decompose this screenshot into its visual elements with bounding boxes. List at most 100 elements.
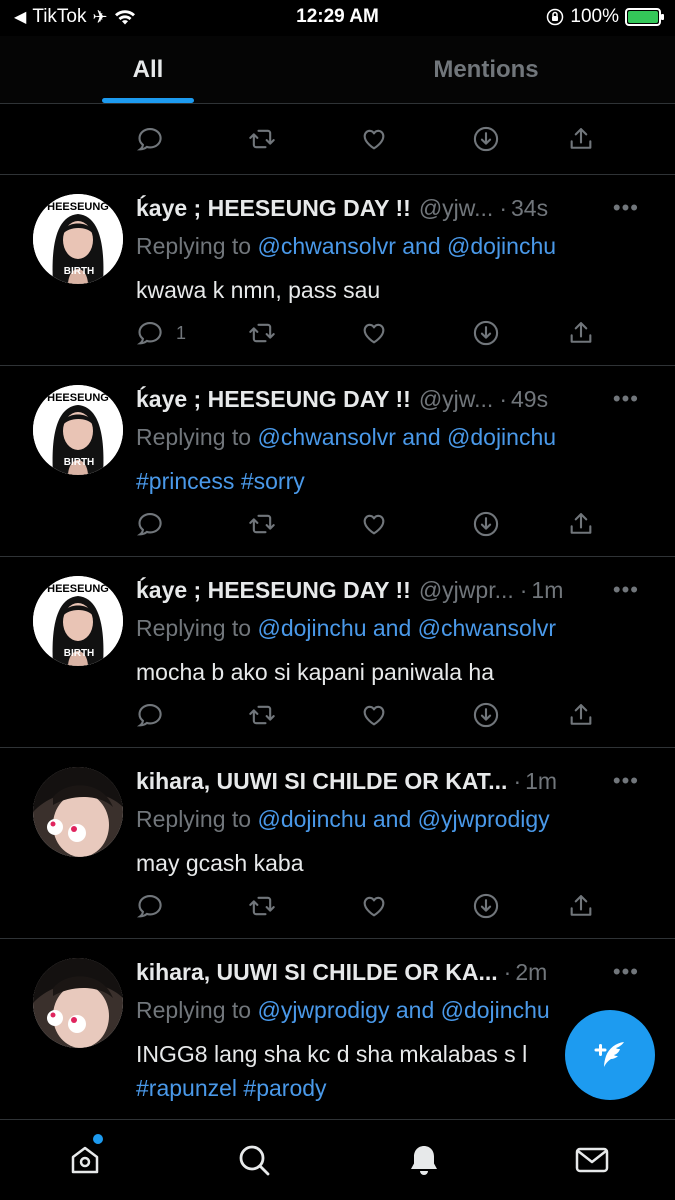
download-button[interactable] xyxy=(472,508,500,540)
handle[interactable]: @yjw... xyxy=(419,386,493,413)
reply-button[interactable] xyxy=(136,890,176,922)
replying-to: Replying to @yjwprodigy and @dojinchu xyxy=(136,997,550,1024)
display-name[interactable]: kihara, UUWI SI CHILDE OR KA... xyxy=(136,959,498,986)
avatar[interactable] xyxy=(33,958,123,1048)
avatar[interactable]: HEESEUNG BIRTH xyxy=(33,194,123,284)
replying-to-mentions[interactable]: @dojinchu and @chwansolvr xyxy=(257,615,556,641)
retweet-button[interactable] xyxy=(248,1117,276,1118)
like-button[interactable] xyxy=(360,123,388,155)
display-name[interactable]: ḱaye ; HEESEUNG DAY !! xyxy=(136,386,411,413)
heart-icon xyxy=(360,892,388,920)
home-icon xyxy=(71,1146,99,1174)
tweet-text-line: INGG8 lang sha kc d sha mkalabas s l xyxy=(136,1041,528,1067)
replying-to-mentions[interactable]: @yjwprodigy and @dojinchu xyxy=(257,997,549,1023)
retweet-button[interactable] xyxy=(248,123,276,155)
download-button[interactable] xyxy=(472,1117,500,1118)
reply-icon xyxy=(136,510,164,538)
download-button[interactable] xyxy=(472,123,500,155)
handle[interactable]: @yjw... xyxy=(419,195,493,222)
share-icon xyxy=(567,892,595,920)
battery-percent: 100% xyxy=(570,6,619,27)
bell-icon xyxy=(411,1146,437,1175)
tweet[interactable]: kihara, UUWI SI CHILDE OR KAT... · 1m ••… xyxy=(0,748,675,939)
display-name[interactable]: ḱaye ; HEESEUNG DAY !! xyxy=(136,577,411,604)
separator-dot: · xyxy=(513,768,522,794)
search-icon xyxy=(239,1145,270,1176)
like-button[interactable] xyxy=(360,1117,388,1118)
mail-icon xyxy=(575,1147,609,1173)
replying-to-mentions[interactable]: @chwansolvr and @dojinchu xyxy=(257,233,556,259)
timestamp: 1m xyxy=(525,768,558,794)
share-button[interactable] xyxy=(567,317,595,349)
like-button[interactable] xyxy=(360,317,388,349)
svg-text:BIRTH: BIRTH xyxy=(64,266,95,277)
reply-icon xyxy=(136,125,164,153)
timestamp: 49s xyxy=(510,386,549,412)
tab-all[interactable]: All xyxy=(102,36,194,104)
display-name[interactable]: kihara, UUWI SI CHILDE OR KAT... xyxy=(136,768,507,795)
more-options-icon[interactable]: ••• xyxy=(613,195,639,221)
reply-button[interactable] xyxy=(136,1117,176,1118)
bottom-navigation xyxy=(0,1119,675,1200)
download-icon xyxy=(472,319,500,347)
heart-icon xyxy=(360,510,388,538)
display-name[interactable]: ḱaye ; HEESEUNG DAY !! xyxy=(136,195,411,222)
tweet-hashtags[interactable]: #rapunzel #parody xyxy=(136,1071,636,1105)
like-button[interactable] xyxy=(360,890,388,922)
handle[interactable]: @yjwpr... xyxy=(419,577,514,604)
reply-button[interactable] xyxy=(136,508,176,540)
like-button[interactable] xyxy=(360,508,388,540)
share-button[interactable] xyxy=(567,123,595,155)
tweet-header: kihara, UUWI SI CHILDE OR KA... · 2m xyxy=(136,959,606,989)
download-icon xyxy=(472,701,500,729)
tweet[interactable]: HEESEUNG BIRTH ḱaye ; HEESEUNG DAY !! @y… xyxy=(0,366,675,557)
share-button[interactable] xyxy=(567,699,595,731)
replying-to: Replying to @chwansolvr and @dojinchu xyxy=(136,233,556,260)
more-options-icon[interactable]: ••• xyxy=(613,768,639,794)
retweet-button[interactable] xyxy=(248,317,276,349)
tweet-text: kwawa k nmn, pass sau xyxy=(136,273,636,307)
download-button[interactable] xyxy=(472,317,500,349)
share-button[interactable] xyxy=(567,890,595,922)
svg-text:HEESEUNG: HEESEUNG xyxy=(47,201,109,213)
reply-button[interactable]: 1 xyxy=(136,317,186,349)
download-button[interactable] xyxy=(472,890,500,922)
like-button[interactable] xyxy=(360,699,388,731)
retweet-button[interactable] xyxy=(248,699,276,731)
replying-to-mentions[interactable]: @dojinchu and @yjwprodigy xyxy=(257,806,549,832)
download-icon xyxy=(472,892,500,920)
more-options-icon[interactable]: ••• xyxy=(613,959,639,985)
tweet-header: ḱaye ; HEESEUNG DAY !! @yjw... · 49s xyxy=(136,386,606,416)
compose-tweet-button[interactable] xyxy=(565,1010,655,1100)
retweet-button[interactable] xyxy=(248,508,276,540)
reply-button[interactable] xyxy=(136,699,176,731)
replying-to: Replying to @dojinchu and @chwansolvr xyxy=(136,615,556,642)
avatar[interactable] xyxy=(33,767,123,857)
previous-tweet-actions xyxy=(0,105,675,175)
replying-to-mentions[interactable]: @chwansolvr and @dojinchu xyxy=(257,424,556,450)
notifications-feed[interactable]: HEESEUNG BIRTH ḱaye ; HEESEUNG DAY !! @y… xyxy=(0,105,675,1118)
tweet-header: ḱaye ; HEESEUNG DAY !! @yjw... · 34s xyxy=(136,195,606,225)
retweet-icon xyxy=(248,701,276,729)
nav-notifications[interactable] xyxy=(404,1140,444,1180)
separator-dot: · xyxy=(499,386,507,412)
retweet-icon xyxy=(248,319,276,347)
retweet-button[interactable] xyxy=(248,890,276,922)
tweet-text: #princess #sorry xyxy=(136,464,636,498)
more-options-icon[interactable]: ••• xyxy=(613,386,639,412)
avatar[interactable]: HEESEUNG BIRTH xyxy=(33,385,123,475)
more-options-icon[interactable]: ••• xyxy=(613,577,639,603)
tweet[interactable]: HEESEUNG BIRTH ḱaye ; HEESEUNG DAY !! @y… xyxy=(0,557,675,748)
nav-search[interactable] xyxy=(234,1140,274,1180)
nav-home[interactable] xyxy=(65,1140,105,1180)
tweet[interactable]: HEESEUNG BIRTH ḱaye ; HEESEUNG DAY !! @y… xyxy=(0,175,675,366)
nav-messages[interactable] xyxy=(572,1140,612,1180)
reply-button[interactable] xyxy=(136,123,164,155)
tweet-header: kihara, UUWI SI CHILDE OR KAT... · 1m xyxy=(136,768,606,798)
tab-mentions[interactable]: Mentions xyxy=(400,36,572,104)
share-button[interactable] xyxy=(567,1117,595,1118)
heart-icon xyxy=(360,701,388,729)
download-button[interactable] xyxy=(472,699,500,731)
share-button[interactable] xyxy=(567,508,595,540)
avatar[interactable]: HEESEUNG BIRTH xyxy=(33,576,123,666)
